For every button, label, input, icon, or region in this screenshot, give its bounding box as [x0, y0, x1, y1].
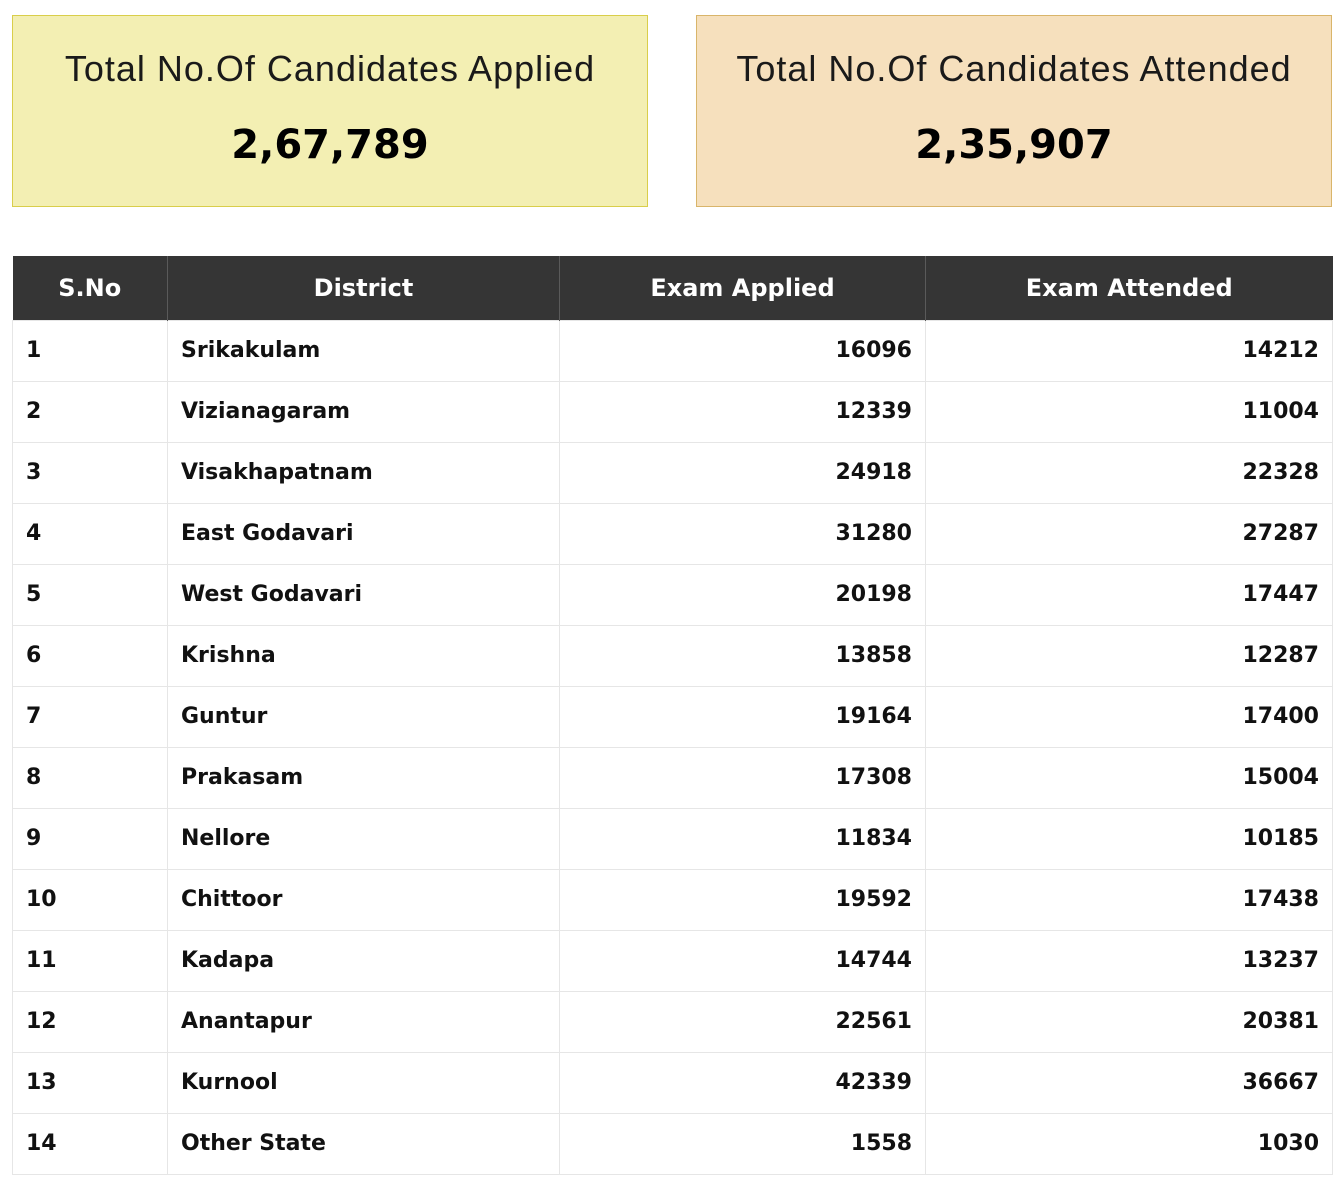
applied-summary-label: Total No.Of Candidates Applied	[64, 48, 596, 89]
cell-exam-attended: 17438	[925, 868, 1333, 931]
cell-sno: 14	[12, 1112, 168, 1175]
cell-district: Anantapur	[167, 990, 560, 1053]
table-row: 10 Chittoor 19592 17438	[12, 868, 1333, 931]
table-row: 2 Vizianagaram 12339 11004	[12, 380, 1333, 443]
header-exam-applied: Exam Applied	[559, 256, 926, 320]
table-row: 8 Prakasam 17308 15004	[12, 746, 1333, 809]
table-row: 5 West Godavari 20198 17447	[12, 563, 1333, 626]
cell-sno: 1	[12, 319, 168, 382]
cell-sno: 9	[12, 807, 168, 870]
cell-exam-attended: 14212	[925, 319, 1333, 382]
table-header-row: S.No District Exam Applied Exam Attended	[12, 256, 1333, 320]
cell-sno: 6	[12, 624, 168, 687]
cell-sno: 11	[12, 929, 168, 992]
table-row: 13 Kurnool 42339 36667	[12, 1051, 1333, 1114]
cell-exam-applied: 14744	[559, 929, 926, 992]
cell-district: East Godavari	[167, 502, 560, 565]
attended-summary-value: 2,35,907	[915, 122, 1113, 168]
table-row: 7 Guntur 19164 17400	[12, 685, 1333, 748]
table-row: 9 Nellore 11834 10185	[12, 807, 1333, 870]
table-row: 6 Krishna 13858 12287	[12, 624, 1333, 687]
header-sno: S.No	[58, 273, 122, 302]
cell-exam-attended: 36667	[925, 1051, 1333, 1114]
applied-summary-card: Total No.Of Candidates Applied 2,67,789	[12, 15, 648, 207]
cell-exam-attended: 11004	[925, 380, 1333, 443]
cell-district: Kadapa	[167, 929, 560, 992]
cell-exam-attended: 10185	[925, 807, 1333, 870]
table-row: 14 Other State 1558 1030	[12, 1112, 1333, 1175]
cell-exam-attended: 22328	[925, 441, 1333, 504]
cell-exam-attended: 15004	[925, 746, 1333, 809]
cell-district: Other State	[167, 1112, 560, 1175]
cell-exam-applied: 22561	[559, 990, 926, 1053]
cell-exam-attended: 20381	[925, 990, 1333, 1053]
cell-district: Vizianagaram	[167, 380, 560, 443]
cell-district: Kurnool	[167, 1051, 560, 1114]
cell-exam-applied: 24918	[559, 441, 926, 504]
table-row: 12 Anantapur 22561 20381	[12, 990, 1333, 1053]
cell-district: Srikakulam	[167, 319, 560, 382]
table-row: 4 East Godavari 31280 27287	[12, 502, 1333, 565]
cell-district: Nellore	[167, 807, 560, 870]
table-row: 11 Kadapa 14744 13237	[12, 929, 1333, 992]
header-exam-attended: Exam Attended	[925, 256, 1333, 320]
table-row: 3 Visakhapatnam 24918 22328	[12, 441, 1333, 504]
table-header: S.No District Exam Applied Exam Attended	[12, 256, 1333, 320]
cell-district: Guntur	[167, 685, 560, 748]
cell-sno: 13	[12, 1051, 168, 1114]
header-district: District	[167, 256, 560, 320]
cell-sno: 7	[12, 685, 168, 748]
attended-summary-label: Total No.Of Candidates Attended	[736, 48, 1292, 89]
cell-sno: 2	[12, 380, 168, 443]
cell-exam-applied: 11834	[559, 807, 926, 870]
cell-sno: 4	[12, 502, 168, 565]
cell-exam-applied: 20198	[559, 563, 926, 626]
cell-exam-applied: 1558	[559, 1112, 926, 1175]
cell-exam-applied: 31280	[559, 502, 926, 565]
cell-sno: 3	[12, 441, 168, 504]
cell-exam-applied: 13858	[559, 624, 926, 687]
cell-exam-attended: 17400	[925, 685, 1333, 748]
cell-district: West Godavari	[167, 563, 560, 626]
cell-exam-applied: 42339	[559, 1051, 926, 1114]
attended-summary-card: Total No.Of Candidates Attended 2,35,907	[696, 15, 1332, 207]
cell-exam-applied: 16096	[559, 319, 926, 382]
cell-sno: 12	[12, 990, 168, 1053]
cell-exam-attended: 13237	[925, 929, 1333, 992]
cell-district: Krishna	[167, 624, 560, 687]
cell-exam-attended: 1030	[925, 1112, 1333, 1175]
cell-exam-attended: 27287	[925, 502, 1333, 565]
cell-district: Visakhapatnam	[167, 441, 560, 504]
applied-summary-value: 2,67,789	[231, 122, 429, 168]
cell-exam-applied: 19592	[559, 868, 926, 931]
cell-exam-applied: 17308	[559, 746, 926, 809]
cell-sno: 10	[12, 868, 168, 931]
cell-sno: 8	[12, 746, 168, 809]
cell-district: Prakasam	[167, 746, 560, 809]
table-row: 1 Srikakulam 16096 14212	[12, 319, 1333, 382]
table-body: 1 Srikakulam 16096 14212 2 Vizianagaram 12339 1…	[12, 319, 1333, 1175]
cell-district: Chittoor	[167, 868, 560, 931]
cell-exam-attended: 12287	[925, 624, 1333, 687]
district-table: S.No District Exam Applied Exam Attended…	[12, 256, 1333, 1175]
cell-exam-applied: 19164	[559, 685, 926, 748]
cell-sno: 5	[12, 563, 168, 626]
cell-exam-attended: 17447	[925, 563, 1333, 626]
cell-exam-applied: 12339	[559, 380, 926, 443]
